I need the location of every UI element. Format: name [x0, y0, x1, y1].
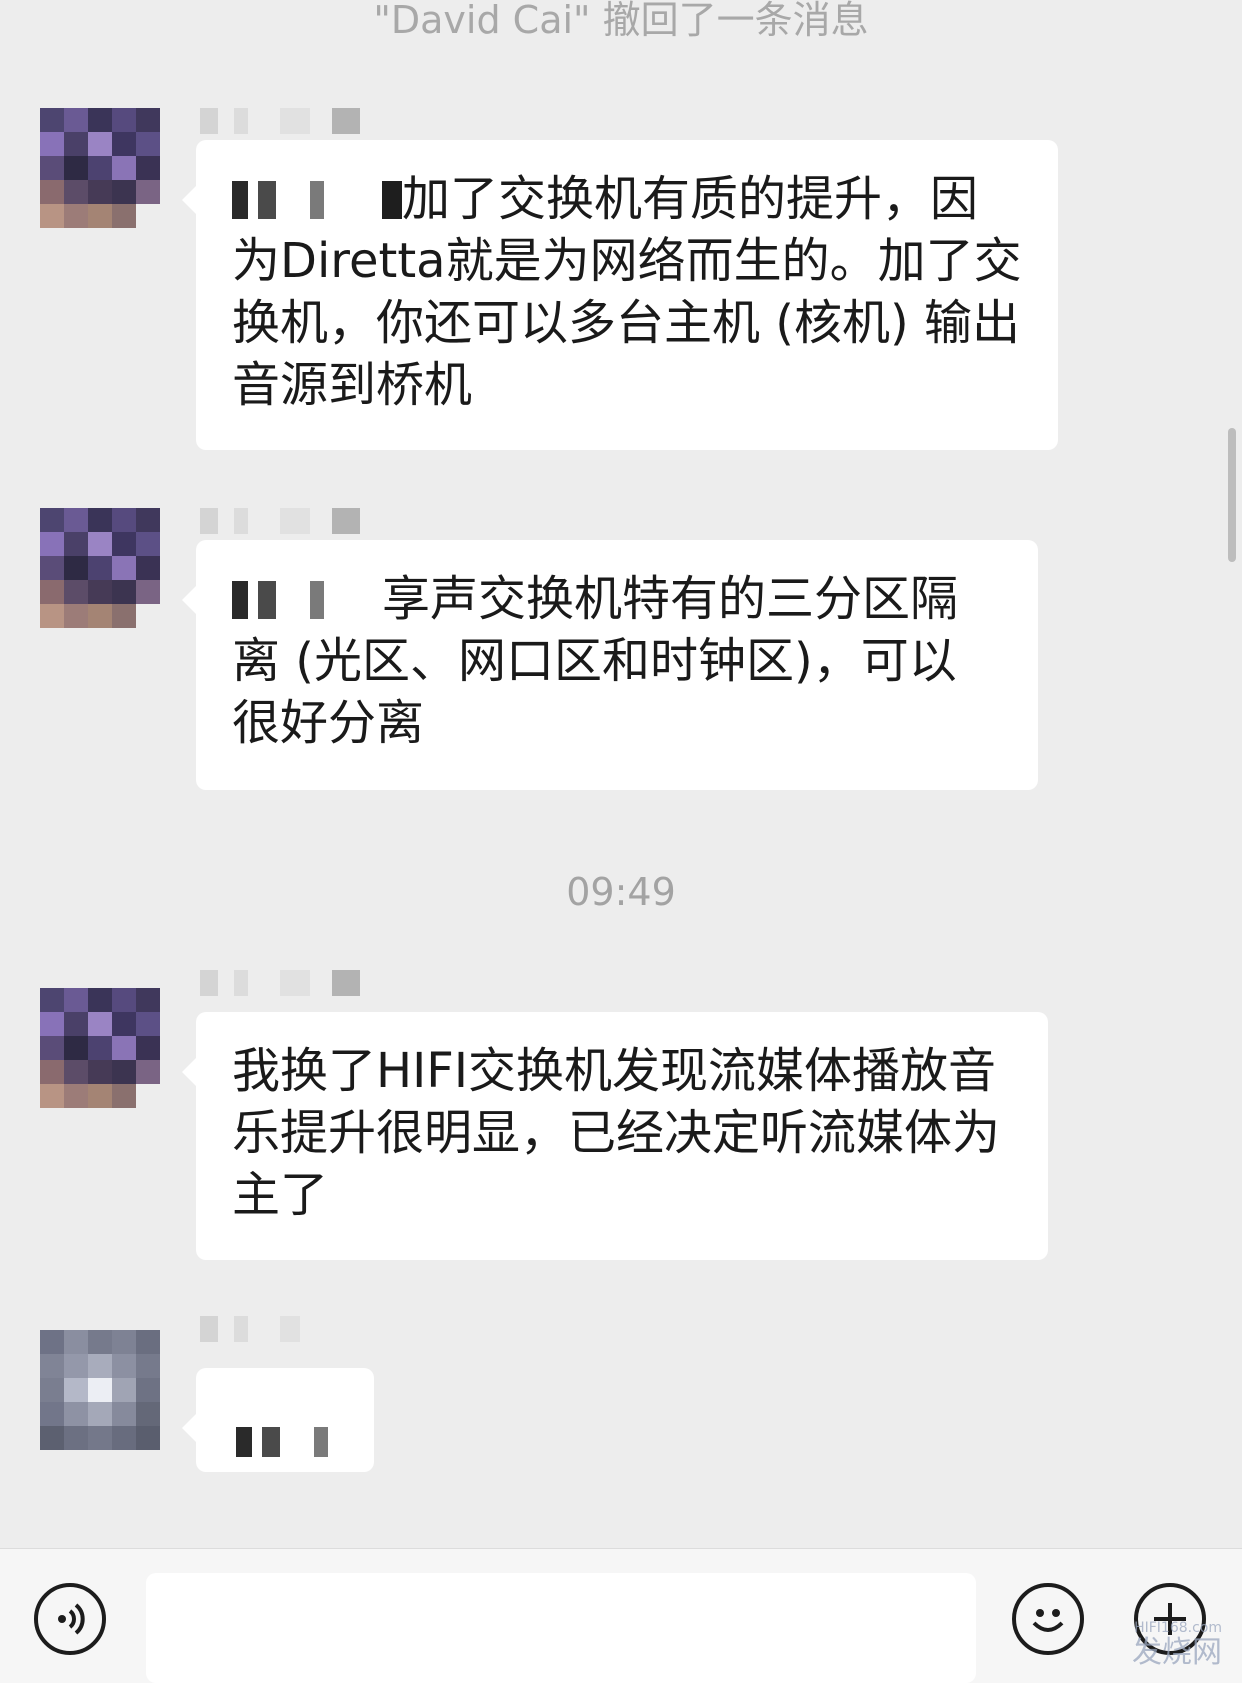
- sender-name: [200, 1316, 300, 1342]
- message-bubble[interactable]: 加了交换机有质的提升，因为Diretta就是为网络而生的。加了交换机，你还可以多…: [182, 140, 1058, 450]
- timestamp: 09:49: [566, 870, 676, 914]
- recall-notice: "David Cai" 撤回了一条消息: [373, 0, 869, 42]
- redacted-text: [236, 1427, 334, 1457]
- sender-name: [200, 970, 360, 996]
- avatar[interactable]: [40, 988, 160, 1108]
- sender-name: [200, 508, 360, 534]
- emoji-button[interactable]: [1012, 1583, 1084, 1655]
- message-bubble[interactable]: 我换了HIFI交换机发现流媒体播放音乐提升很明显，已经决定听流媒体为主了: [182, 1012, 1048, 1260]
- message-input[interactable]: [146, 1573, 976, 1683]
- avatar[interactable]: [40, 508, 160, 628]
- sender-name: [200, 108, 360, 134]
- chat-area[interactable]: "David Cai" 撤回了一条消息 加了交换机有质的提升，因为Diretta…: [0, 0, 1242, 1548]
- watermark-brand: 发烧网: [1132, 1635, 1222, 1670]
- redacted-text: [232, 581, 382, 619]
- emoji-icon: [1032, 1609, 1064, 1632]
- voice-button[interactable]: [34, 1583, 106, 1655]
- scrollbar[interactable]: [1228, 428, 1236, 562]
- watermark: HIFI168.com 发烧网: [1132, 1619, 1222, 1670]
- message-text: 我换了HIFI交换机发现流媒体播放音乐提升很明显，已经决定听流媒体为主了: [232, 1043, 1001, 1223]
- redacted-text: [232, 181, 402, 219]
- voice-icon: [58, 1603, 85, 1635]
- message-bubble[interactable]: 享声交换机特有的三分区隔离 (光区、网口区和时钟区)，可以很好分离: [182, 540, 1038, 790]
- watermark-site: HIFI168.com: [1134, 1619, 1222, 1636]
- message-bubble[interactable]: [182, 1368, 374, 1472]
- input-bar: HIFI168.com 发烧网: [0, 1548, 1242, 1683]
- avatar[interactable]: [40, 108, 160, 228]
- avatar[interactable]: [40, 1330, 160, 1450]
